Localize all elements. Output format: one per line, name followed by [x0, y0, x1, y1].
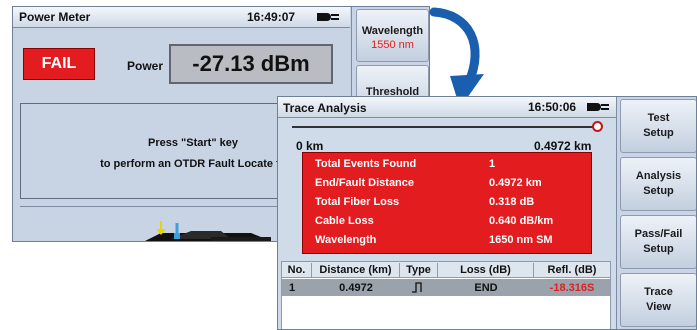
power-plug-icon — [317, 12, 341, 22]
trace-view-softkey[interactable]: Trace View — [620, 273, 696, 327]
summary-row: End/Fault Distance 0.4972 km — [303, 174, 593, 193]
fail-status-badge: FAIL — [23, 48, 95, 80]
softkey-label: Setup — [643, 127, 674, 139]
wavelength-softkey[interactable]: Wavelength 1550 nm — [356, 9, 429, 62]
trace-analysis-title: Trace Analysis — [283, 101, 367, 115]
power-meter-titlebar: Power Meter 16:49:07 — [13, 7, 350, 28]
analysis-setup-softkey[interactable]: Analysis Setup — [620, 157, 696, 211]
summary-value: 0.318 dB — [489, 196, 535, 208]
results-summary-panel: Total Events Found 1 End/Fault Distance … — [302, 152, 592, 254]
scale-start-label: 0 km — [296, 139, 324, 153]
column-header-no: No. — [282, 263, 312, 277]
summary-row: Wavelength 1650 nm SM — [303, 231, 593, 250]
trace-analysis-clock: 16:50:06 — [528, 100, 577, 114]
event-table: No. Distance (km) Type Loss (dB) Refl. (… — [281, 261, 611, 329]
softkey-label: Setup — [643, 185, 674, 197]
summary-row: Total Fiber Loss 0.318 dB — [303, 193, 593, 212]
summary-value: 1650 nm SM — [489, 234, 553, 246]
summary-row: Cable Loss 0.640 dB/km — [303, 212, 593, 231]
trace-analysis-titlebar: Trace Analysis 16:50:06 — [278, 97, 616, 118]
scale-end-label: 0.4972 km — [534, 139, 592, 153]
power-meter-title: Power Meter — [19, 10, 91, 24]
softkey-label: Analysis — [635, 170, 682, 182]
softkey-label: Test — [647, 112, 670, 124]
cell-reflectance: -18.316S — [549, 282, 595, 294]
wavelength-softkey-label: Wavelength — [361, 25, 424, 37]
power-label: Power — [127, 59, 164, 73]
cell-no: 1 — [288, 282, 296, 294]
trace-analysis-window: Trace Analysis 16:50:06 0 km 0.4972 km T… — [277, 96, 697, 330]
summary-label: End/Fault Distance — [315, 177, 415, 189]
end-marker-icon[interactable] — [592, 121, 603, 132]
column-header-type: Type — [400, 263, 438, 277]
softkey-label: Trace — [644, 286, 673, 298]
trace-analysis-softkey-panel: Test Setup Analysis Setup Pass/Fail Setu… — [616, 97, 696, 329]
softkey-label: Setup — [643, 243, 674, 255]
summary-value: 1 — [489, 158, 496, 170]
cell-loss: END — [474, 282, 498, 294]
event-table-header: No. Distance (km) Type Loss (dB) Refl. (… — [282, 262, 610, 278]
trace-scale-line — [292, 126, 595, 128]
pass-fail-setup-softkey[interactable]: Pass/Fail Setup — [620, 215, 696, 269]
summary-row: Total Events Found 1 — [303, 155, 593, 174]
summary-value: 0.4972 km — [489, 177, 542, 189]
softkey-label: Pass/Fail — [634, 228, 683, 240]
test-setup-softkey[interactable]: Test Setup — [620, 99, 696, 153]
power-meter-clock: 16:49:07 — [247, 10, 296, 24]
summary-label: Total Fiber Loss — [315, 196, 400, 208]
summary-value: 0.640 dB/km — [489, 215, 554, 227]
summary-label: Wavelength — [315, 234, 377, 246]
column-header-distance: Distance (km) — [312, 263, 400, 277]
softkey-label: View — [646, 301, 671, 313]
trace-analysis-main: 0 km 0.4972 km Total Events Found 1 End/… — [278, 118, 616, 329]
power-reading: -27.13 dBm — [169, 44, 333, 84]
cell-distance: 0.4972 — [339, 282, 373, 294]
column-header-loss: Loss (dB) — [438, 263, 534, 277]
empty-table-area — [282, 297, 610, 329]
wavelength-softkey-value: 1550 nm — [371, 39, 414, 51]
reflective-event-icon — [412, 282, 422, 293]
summary-label: Cable Loss — [315, 215, 374, 227]
summary-label: Total Events Found — [315, 158, 417, 170]
column-header-refl: Refl. (dB) — [547, 264, 597, 276]
power-plug-icon — [587, 102, 611, 112]
table-row[interactable]: 1 0.4972 END -18.316S — [282, 279, 610, 296]
